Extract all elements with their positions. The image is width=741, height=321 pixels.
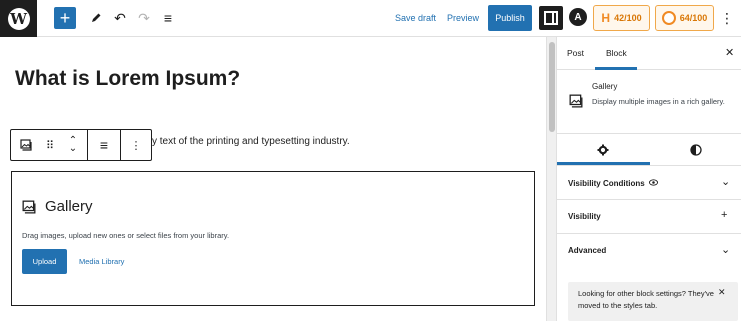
sidebar-panel-icon xyxy=(544,11,558,25)
styles-moved-notice: Looking for other block settings? They'v… xyxy=(568,282,738,321)
media-library-button[interactable]: Media Library xyxy=(79,257,124,266)
astra-settings-button[interactable]: A xyxy=(569,8,587,26)
settings-sidebar-toggle[interactable] xyxy=(539,6,563,30)
readability-ring-icon xyxy=(661,11,676,25)
plus-icon[interactable]: + xyxy=(721,209,727,221)
upload-button[interactable]: Upload xyxy=(22,249,67,274)
dismiss-notice-button[interactable]: ✕ xyxy=(718,287,726,298)
gallery-icon xyxy=(569,94,583,108)
paragraph-block[interactable]: y text of the printing and typesetting i… xyxy=(152,136,350,147)
scrollbar-thumb[interactable] xyxy=(549,42,555,132)
conditions-eye-icon xyxy=(648,179,658,186)
redo-button[interactable]: ↷ xyxy=(134,6,154,30)
list-outline-icon: ≡ xyxy=(163,10,173,26)
seo-score-button[interactable]: H 42/100 xyxy=(593,5,650,31)
drag-handle[interactable]: ⠿ xyxy=(41,130,59,160)
block-card-title: Gallery xyxy=(592,82,618,91)
gallery-instructions: Drag images, upload new ones or select f… xyxy=(22,231,230,240)
add-block-button[interactable]: + xyxy=(54,7,76,29)
readability-score-value: 64/100 xyxy=(679,13,708,23)
chevron-down-icon[interactable]: ⌄ xyxy=(721,175,730,188)
panel-advanced[interactable]: Advanced ⌄ xyxy=(557,234,741,268)
active-style-tab-indicator xyxy=(557,162,650,165)
tab-post[interactable]: Post xyxy=(567,48,584,58)
settings-sidebar: Post Block ✕ Gallery Display multiple im… xyxy=(556,37,741,321)
plus-icon: + xyxy=(59,8,71,28)
panel-visibility-conditions[interactable]: Visibility Conditions ⌄ xyxy=(557,166,741,200)
tab-styles[interactable] xyxy=(650,134,741,166)
panel-label: Visibility Conditions xyxy=(568,178,658,188)
align-button[interactable]: ≡ xyxy=(88,130,120,160)
wordpress-logo-icon: W xyxy=(7,7,30,30)
block-type-switcher[interactable] xyxy=(11,130,41,160)
block-card: Gallery Display multiple images in a ric… xyxy=(557,70,741,134)
document-overview-button[interactable]: ≡ xyxy=(158,6,178,30)
more-vertical-icon: ⋮ xyxy=(720,9,734,26)
editor-canvas: What is Lorem Ipsum? y text of the print… xyxy=(0,37,546,321)
more-vertical-icon: ⋮ xyxy=(130,139,142,152)
drag-handle-icon: ⠿ xyxy=(45,139,55,152)
options-menu-button[interactable]: ⋮ xyxy=(720,6,734,30)
align-icon: ≡ xyxy=(99,137,109,153)
sidebar-tabs: Post Block ✕ xyxy=(557,37,741,70)
block-options-button[interactable]: ⋮ xyxy=(121,130,151,160)
redo-icon: ↷ xyxy=(138,9,150,26)
gallery-title: Gallery xyxy=(45,198,93,215)
gallery-header: Gallery xyxy=(22,198,93,215)
wordpress-logo-button[interactable]: W xyxy=(0,0,37,37)
seo-score-value: 42/100 xyxy=(614,13,642,23)
editor-top-toolbar: W + ↶ ↷ ≡ Save draft Preview Publish A H… xyxy=(0,0,741,37)
astra-logo-icon: A xyxy=(574,11,582,23)
move-down-button[interactable]: ⌄ xyxy=(69,144,77,154)
preview-button[interactable]: Preview xyxy=(447,6,479,30)
undo-button[interactable]: ↶ xyxy=(110,6,130,30)
tools-button[interactable] xyxy=(86,6,106,30)
editor-scrollbar[interactable] xyxy=(546,37,556,321)
chevron-down-icon[interactable]: ⌄ xyxy=(721,243,730,256)
panel-label: Advanced xyxy=(568,246,607,255)
panel-label: Visibility xyxy=(568,212,601,221)
block-inspector-tabs xyxy=(557,134,741,166)
post-title[interactable]: What is Lorem Ipsum? xyxy=(15,67,240,91)
save-draft-button[interactable]: Save draft xyxy=(395,6,436,30)
undo-icon: ↶ xyxy=(114,9,126,26)
tab-block[interactable]: Block xyxy=(606,48,627,58)
settings-gear-icon xyxy=(597,144,609,156)
styles-half-circle-icon xyxy=(690,144,702,156)
block-card-description: Display multiple images in a rich galler… xyxy=(592,97,725,106)
close-sidebar-button[interactable]: ✕ xyxy=(725,46,734,59)
gallery-icon xyxy=(20,139,32,151)
notice-text: Looking for other block settings? They'v… xyxy=(578,289,714,310)
publish-button[interactable]: Publish xyxy=(488,5,532,31)
panel-visibility[interactable]: Visibility + xyxy=(557,200,741,234)
move-block-controls: ⌃ ⌄ xyxy=(59,130,87,160)
block-toolbar: ⠿ ⌃ ⌄ ≡ ⋮ xyxy=(10,129,152,161)
seo-h-icon: H xyxy=(601,11,611,25)
pencil-icon xyxy=(92,13,101,22)
gallery-block-placeholder[interactable]: Gallery Drag images, upload new ones or … xyxy=(11,171,535,306)
gallery-icon xyxy=(22,200,36,213)
readability-score-button[interactable]: 64/100 xyxy=(655,5,714,31)
